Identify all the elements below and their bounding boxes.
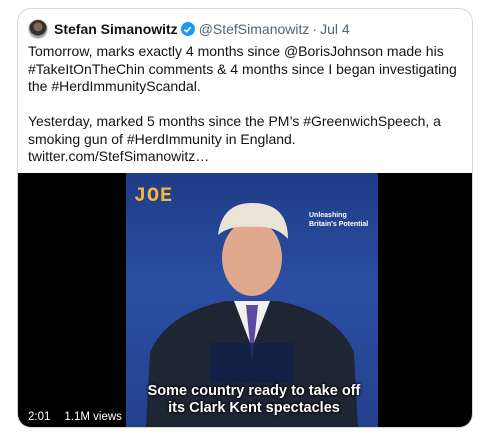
author-handle[interactable]: @StefSimanowitz <box>199 21 310 37</box>
video-duration: 2:01 <box>28 411 51 423</box>
avatar[interactable] <box>28 19 48 39</box>
video-subtitle: Some country ready to take off its Clark… <box>147 383 361 416</box>
video-views: 1.1M views <box>64 411 122 423</box>
tweet-paragraph-1: Tomorrow, marks exactly 4 months since @… <box>28 43 457 94</box>
video-frame: JOE Unleashing Britain's Potential Some … <box>126 173 378 427</box>
tweet-paragraph-2: Yesterday, marked 5 months since the PM’… <box>28 113 441 164</box>
tweet-date[interactable]: Jul 4 <box>320 21 350 37</box>
tweet-text: Tomorrow, marks exactly 4 months since @… <box>28 43 464 166</box>
background-sign: Unleashing Britain's Potential <box>309 212 369 228</box>
joe-logo: JOE <box>134 185 174 208</box>
video-overlay: 2:01 1.1M views <box>28 411 122 423</box>
video-player[interactable]: JOE Unleashing Britain's Potential Some … <box>18 173 472 427</box>
verified-badge-icon <box>180 22 195 36</box>
author-name[interactable]: Stefan Simanowitz <box>54 21 178 37</box>
tweet-card[interactable]: Stefan Simanowitz @StefSimanowitz · Jul … <box>17 8 473 428</box>
tweet-header: Stefan Simanowitz @StefSimanowitz · Jul … <box>28 18 350 40</box>
separator: · <box>312 21 318 37</box>
